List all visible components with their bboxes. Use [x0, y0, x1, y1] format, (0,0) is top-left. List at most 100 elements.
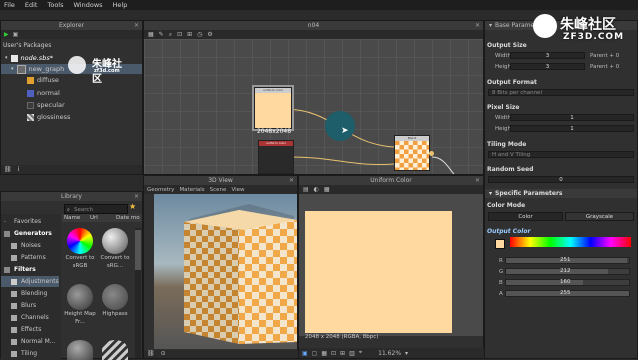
library-item-convert-srgb[interactable]: Convert to sRGB — [64, 228, 96, 276]
zoom-value[interactable]: 11.62% — [378, 350, 401, 357]
library-search[interactable]: ⌕ Search — [64, 204, 128, 214]
uniform-color-node[interactable]: uniform color — [252, 85, 294, 131]
library-item-height-map[interactable]: Height Map Fr... — [64, 284, 96, 332]
favorite-star-icon[interactable]: ★ — [129, 202, 136, 211]
pixel-size-label: Pixel Size — [487, 104, 520, 111]
menu-windows[interactable]: Windows — [74, 1, 103, 9]
graph-icon — [16, 64, 26, 74]
tiling-select[interactable]: H and V Tiling — [488, 151, 634, 158]
info-icon[interactable]: i — [18, 166, 20, 173]
library-panel: Library ✕ ⌕ Search ★ Name Url Date mo · Fa… — [0, 191, 143, 360]
category-generators[interactable]: Generators — [1, 228, 59, 239]
uniform-color-node-2[interactable]: uniform color — [258, 140, 294, 174]
close-icon[interactable]: ✕ — [289, 177, 294, 184]
channel-icon[interactable]: ◐ — [314, 186, 319, 193]
view2d-toolbar: ▤ ◐ ▦ — [299, 185, 483, 194]
library-item-more-1[interactable] — [67, 340, 93, 360]
output-diffuse[interactable]: diffuse — [27, 75, 59, 85]
color-spectrum[interactable] — [510, 237, 631, 247]
snap-icon[interactable]: ⊞ — [187, 31, 192, 38]
watermark-badge-large — [533, 14, 557, 38]
grid-icon[interactable]: ▦ — [148, 31, 154, 38]
menu-edit[interactable]: Edit — [25, 1, 38, 9]
category-channels[interactable]: Channels — [1, 312, 59, 323]
library-item-highpass[interactable]: Highpass — [99, 284, 131, 332]
output-glossiness[interactable]: glossiness — [27, 112, 70, 122]
category-favorites[interactable]: · Favorites — [1, 216, 59, 227]
zoom-dropdown-icon[interactable]: ▾ — [405, 350, 408, 357]
view3d-footer: ⛓ ⊙ — [144, 350, 300, 358]
grid-icon[interactable]: ⊞ — [340, 350, 345, 357]
camera-icon[interactable]: ⊙ — [161, 350, 166, 358]
close-icon[interactable]: ✕ — [134, 22, 139, 29]
height-parent: Parent + 0 — [590, 64, 620, 70]
ps-height-field[interactable]: 1 — [510, 125, 634, 132]
channel-r-label: R — [499, 258, 503, 264]
channel-g-value: 212 — [560, 268, 571, 274]
pick-icon[interactable]: ⌖ — [359, 349, 362, 357]
category-normal-map[interactable]: Normal M... — [1, 336, 59, 347]
save-icon[interactable]: ▣ — [13, 31, 19, 38]
alpha-icon[interactable]: ▢ — [312, 350, 318, 357]
ps-width-label: Width — [495, 115, 511, 121]
category-effects[interactable]: Effects — [1, 324, 59, 335]
channel-a-value: 255 — [560, 290, 571, 296]
package-icon — [10, 54, 18, 62]
width-field[interactable]: 3 — [510, 52, 585, 59]
grayscale-mode-button[interactable]: Grayscale — [565, 212, 634, 221]
rgb-icon[interactable]: ▣ — [302, 350, 308, 357]
category-tiling[interactable]: Tiling — [1, 348, 59, 359]
library-item-more-2[interactable] — [102, 340, 128, 360]
view-options-icon[interactable]: ▤ — [303, 186, 309, 193]
fit-icon[interactable]: ⊡ — [177, 31, 182, 38]
output-normal[interactable]: normal — [27, 88, 60, 98]
pen-icon[interactable]: ✎ — [159, 31, 164, 38]
package-row[interactable]: ▾ node.sbs* — [5, 53, 53, 63]
zoom-icon[interactable]: ⌕ — [169, 31, 172, 39]
category-patterns[interactable]: Patterns — [1, 252, 59, 263]
fit-icon[interactable]: ⊡ — [331, 350, 336, 357]
explorer-toolbar: ▶ ▣ — [1, 30, 142, 39]
format-select[interactable]: 8 Bits per channel — [488, 89, 634, 96]
link-icon[interactable]: ⛓ — [147, 350, 155, 358]
diffuse-icon — [27, 76, 34, 84]
search-icon: ⌕ — [67, 207, 70, 213]
library-scrollbar[interactable] — [135, 228, 141, 358]
category-blurs[interactable]: Blurs — [1, 300, 59, 311]
viewport-2d[interactable] — [299, 194, 483, 336]
menu-file[interactable]: File — [4, 1, 15, 9]
blend-node[interactable]: Blend — [394, 135, 430, 171]
output-specular[interactable]: specular — [27, 100, 65, 110]
new-icon[interactable]: ▶ — [4, 31, 9, 38]
link-icon[interactable]: ⛓ — [4, 166, 12, 173]
library-item-convert-srgb-2[interactable]: Convert to sRG... — [99, 228, 131, 276]
close-icon[interactable]: ✕ — [134, 193, 139, 200]
menu-tools[interactable]: Tools — [47, 1, 63, 9]
category-noises[interactable]: Noises — [1, 240, 59, 251]
menu-help[interactable]: Help — [113, 1, 128, 9]
seed-field[interactable]: 0 — [488, 176, 634, 183]
height-field[interactable]: 3 — [510, 63, 585, 70]
highpass-thumbnail — [102, 284, 128, 310]
color-mode-button[interactable]: Color — [488, 212, 563, 221]
close-icon[interactable]: ✕ — [475, 177, 480, 184]
clock-icon[interactable]: ◷ — [197, 31, 202, 38]
category-blending[interactable]: Blending — [1, 288, 59, 299]
graph-toolbar: ▦ ✎ ⌕ ⊡ ⊞ ◷ ⚙ — [144, 30, 483, 39]
category-filters[interactable]: Filters — [1, 264, 59, 275]
ps-width-field[interactable]: 1 — [510, 114, 634, 121]
histogram-icon[interactable]: ▥ — [349, 350, 355, 357]
settings-icon[interactable]: ⚙ — [207, 31, 212, 38]
output-port[interactable] — [429, 151, 434, 156]
category-adjustments[interactable]: Adjustments — [1, 276, 59, 287]
checker-icon[interactable]: ▦ — [321, 350, 327, 357]
width-parent: Parent + 0 — [590, 53, 620, 59]
color-mode-label: Color Mode — [487, 202, 526, 209]
close-icon[interactable]: ✕ — [475, 22, 480, 29]
output-color-label: Output Color — [487, 228, 531, 235]
viewport-3d[interactable] — [154, 194, 297, 349]
graph-canvas[interactable]: uniform color 2048x2048 uniform color ➤ … — [144, 39, 483, 174]
tile-icon[interactable]: ▦ — [324, 186, 330, 193]
specular-icon — [27, 101, 34, 109]
color-preview[interactable] — [495, 239, 505, 249]
